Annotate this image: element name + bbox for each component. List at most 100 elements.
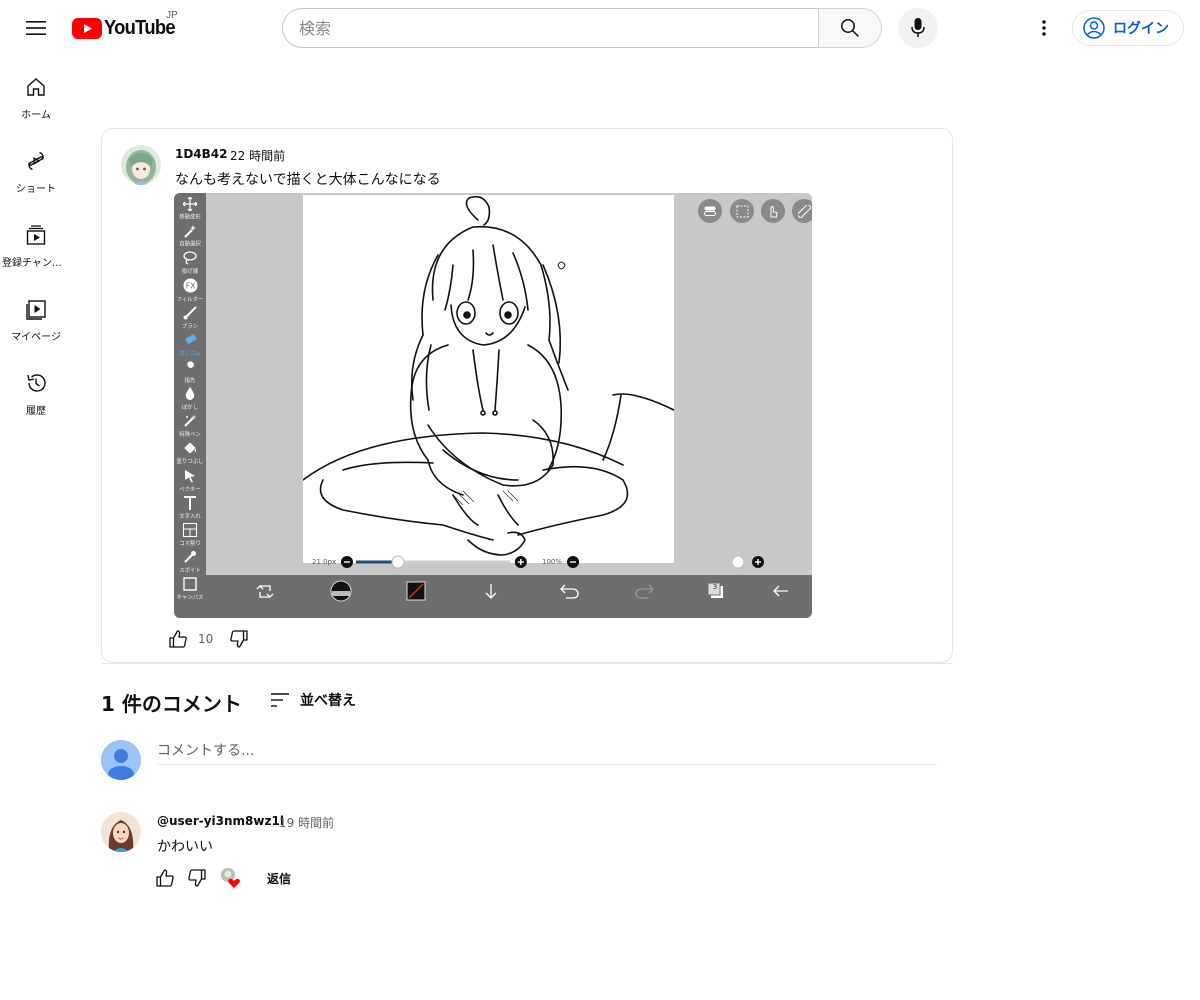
login-label: ログイン (1113, 21, 1169, 37)
home-icon (27, 78, 45, 96)
youtube-logo[interactable]: YouTube JP (72, 10, 181, 40)
comment-author-name[interactable]: @user-yi3nm8wz1l (157, 814, 284, 828)
more-vertical-icon (1042, 20, 1046, 36)
add-comment-input[interactable] (157, 743, 937, 759)
post-dislike-button[interactable] (223, 623, 255, 655)
tool-move: 移動変形 (174, 197, 206, 224)
current-user-avatar (101, 740, 141, 780)
lasso-icon (183, 251, 197, 265)
community-post: 1D4B42 22 時間前 なんも考えないで描くと大体こんなになる 21.0px… (101, 128, 953, 663)
tool-label: 消しゴム (179, 350, 201, 357)
section-divider (101, 663, 953, 664)
tool-label: コマ割り (179, 540, 201, 547)
comment-actions: 返信 (149, 862, 297, 894)
tool-label: 移動変形 (179, 214, 201, 221)
tool-canvas: キャンバス (174, 577, 206, 604)
tool-special-pen: 特殊ペン (174, 414, 206, 441)
post-timestamp[interactable]: 22 時間前 (230, 147, 285, 164)
masthead: YouTube JP ログイン (0, 0, 1200, 56)
login-button[interactable]: ログイン (1072, 10, 1184, 46)
tool-lasso: 投げ縄 (174, 251, 206, 278)
special-pen-icon (184, 414, 197, 427)
brush-icon (183, 306, 197, 320)
tool-label: スポイト (179, 567, 201, 574)
guide-item-subscriptions[interactable]: 登録チャンネル (0, 204, 72, 278)
post-like-button[interactable] (162, 623, 194, 655)
opacity-slider: 100% (542, 555, 772, 569)
mini-guide: ホーム ショート 登録チャンネル マイページ 履歴 (0, 56, 72, 426)
tool-label: ぼかし (181, 404, 199, 411)
guide-item-history[interactable]: 履歴 (0, 352, 72, 426)
search-button[interactable] (818, 8, 882, 48)
add-comment-box (157, 740, 937, 765)
thumbs-down-icon (230, 630, 248, 648)
guide-item-library[interactable]: マイページ (0, 278, 72, 352)
tool-label: ベクター (179, 486, 201, 493)
tool-label: 塗りつぶし (176, 458, 204, 465)
tool-label: ブラシ (181, 323, 199, 330)
tool-label: 投げ縄 (181, 268, 199, 275)
layer-toggle-icon (698, 199, 722, 223)
canvas-square-icon (183, 577, 197, 591)
subscriptions-icon (26, 225, 46, 245)
tool-label: 特殊ペン (179, 431, 201, 438)
comment-count-heading: 1 件のコメント (101, 692, 242, 716)
history-icon (27, 374, 46, 392)
tool-smudge: 指先 (174, 360, 206, 387)
tool-vector: ベクター (174, 469, 206, 496)
tool-blur: ぼかし (174, 387, 206, 414)
creator-heart-badge (219, 866, 243, 890)
search-icon (841, 19, 860, 38)
brush-size-slider: 21.0px (312, 555, 530, 569)
more-options-button[interactable] (1024, 8, 1064, 48)
tool-text: 文字入れ (174, 496, 206, 523)
eraser-icon (185, 333, 197, 345)
layer-count: 3 (712, 583, 718, 591)
tool-eraser: 消しゴム (174, 333, 206, 360)
comment-dislike-button[interactable] (181, 862, 213, 894)
guide-label-shorts: ショート (16, 184, 56, 195)
smudge-finger-icon (187, 361, 194, 373)
guide-item-home[interactable]: ホーム (0, 56, 72, 130)
eyedropper-icon (184, 551, 196, 563)
tool-eyedropper: スポイト (174, 550, 206, 577)
search-box (282, 8, 819, 48)
undo-icon (560, 584, 579, 599)
tool-label: キャンバス (176, 594, 204, 601)
post-author-avatar[interactable] (121, 145, 161, 185)
drawing-app-bottom-bar: 3 (206, 575, 812, 618)
reply-button[interactable]: 返信 (261, 862, 297, 895)
tool-fill: 塗りつぶし (174, 441, 206, 468)
youtube-play-icon (72, 17, 102, 39)
color-swatch-icon (406, 581, 426, 601)
post-author-name[interactable]: 1D4B42 (175, 147, 228, 161)
cursor-arrow-icon (185, 470, 195, 483)
sort-label: 並べ替え (300, 693, 356, 709)
guide-label-subscriptions: 登録チャンネル (2, 258, 70, 269)
menu-icon[interactable] (16, 8, 56, 48)
country-code: JP (166, 10, 178, 21)
ruler-icon (792, 199, 812, 223)
comment-timestamp[interactable]: 19 時間前 (279, 814, 334, 831)
touch-gesture-icon (761, 199, 785, 223)
post-text: なんも考えないで描くと大体こんなになる (175, 172, 441, 188)
back-arrow-icon (773, 585, 788, 597)
tool-magic-wand: 自動選択 (174, 224, 206, 251)
comment-like-button[interactable] (149, 862, 181, 894)
tool-filter: FX フィルター (174, 278, 206, 305)
comment-author-avatar[interactable] (101, 812, 141, 852)
tool-label: 指先 (184, 377, 196, 384)
voice-search-button[interactable] (898, 8, 938, 48)
text-t-icon (184, 496, 196, 510)
post-actions: 10 (162, 623, 255, 655)
guide-item-shorts[interactable]: ショート (0, 130, 72, 204)
search-input[interactable] (299, 18, 819, 38)
sort-comments-button[interactable]: 並べ替え (270, 688, 356, 712)
post-image[interactable]: 21.0px 100% 移動変形 自動選択 投げ縄 FX フィルター ブラシ 消… (174, 193, 812, 618)
post-like-count: 10 (198, 632, 214, 646)
transform-arrows-icon (256, 585, 274, 598)
thumbs-up-icon (169, 630, 187, 648)
shorts-icon (28, 151, 44, 171)
move-icon (183, 197, 197, 211)
guide-label-history: 履歴 (26, 406, 46, 417)
